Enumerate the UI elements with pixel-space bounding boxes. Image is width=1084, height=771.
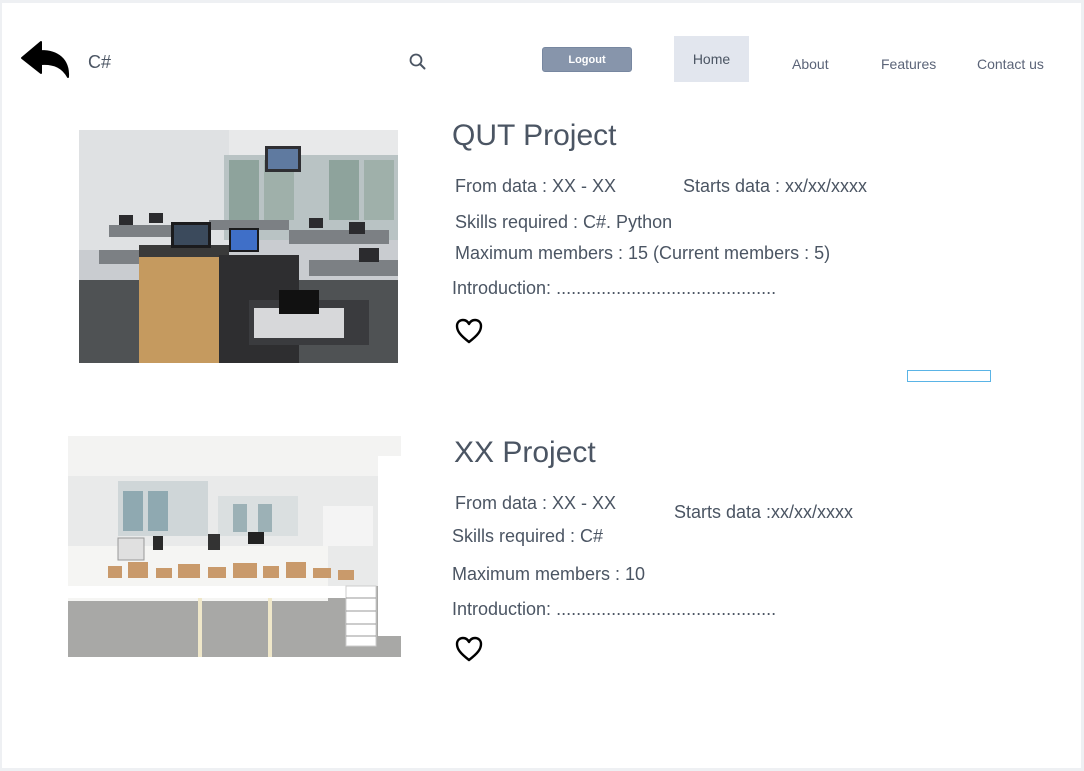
- search-query-text[interactable]: C#: [88, 52, 111, 73]
- project-from-date: From data : XX - XX: [455, 493, 617, 513]
- page-frame: C# Logout Home About Features Contact us: [2, 3, 1081, 768]
- project-introduction: Introduction: ..........................…: [452, 599, 777, 619]
- project-members: Maximum members : 15 (Current members : …: [455, 243, 831, 263]
- project-image-classroom: [79, 130, 398, 363]
- project-skills: Skills required : C#: [452, 526, 604, 546]
- project-skills: Skills required : C#. Python: [455, 212, 673, 232]
- project-from-date: From data : XX - XX: [455, 176, 617, 196]
- heart-icon[interactable]: [454, 316, 484, 346]
- nav-contact-us[interactable]: Contact us: [977, 56, 1044, 72]
- nav-about[interactable]: About: [792, 56, 829, 72]
- heart-icon[interactable]: [454, 634, 484, 664]
- empty-outline-box: [907, 370, 991, 382]
- project-image-office: [68, 436, 401, 657]
- project-start-date: Starts data : xx/xx/xxxx: [683, 176, 868, 196]
- nav-home[interactable]: Home: [674, 36, 749, 82]
- project-title[interactable]: QUT Project: [452, 119, 617, 153]
- search-icon[interactable]: [408, 52, 428, 72]
- project-introduction: Introduction: ..........................…: [452, 278, 777, 298]
- logout-button[interactable]: Logout: [542, 47, 632, 72]
- back-arrow-icon[interactable]: [19, 39, 73, 81]
- project-members: Maximum members : 10: [452, 564, 646, 584]
- project-start-date: Starts data :xx/xx/xxxx: [674, 502, 854, 522]
- project-title[interactable]: XX Project: [454, 436, 596, 470]
- nav-features[interactable]: Features: [881, 56, 936, 72]
